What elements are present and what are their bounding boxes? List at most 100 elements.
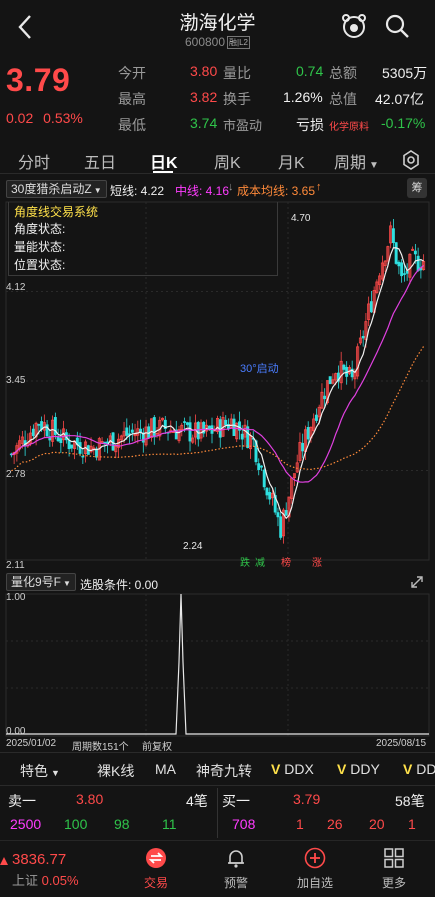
candle — [188, 416, 192, 452]
sub-indicator-chart[interactable] — [0, 592, 435, 738]
tab-monthly-k[interactable]: 月K — [278, 149, 305, 173]
bear-logo-icon[interactable] — [340, 12, 368, 40]
sub-indicator-selector[interactable]: 量化9号F ▼ — [6, 573, 76, 591]
header: 渤海化学 600800 融|L2 — [0, 0, 435, 56]
y-axis-label: 3.45 — [6, 375, 26, 386]
tab-ddz-label: DDZ — [416, 761, 435, 777]
candle — [53, 412, 57, 440]
marker-fall[interactable]: 跌 — [238, 557, 252, 571]
expand-icon[interactable] — [409, 574, 425, 590]
sub-indicator-canvas — [5, 593, 430, 737]
tab-intraday[interactable]: 分时 — [18, 149, 50, 173]
adjust-mode[interactable]: 前复权 — [142, 738, 172, 753]
dropdown-triangle-icon: ▼ — [63, 579, 71, 588]
nav-alert[interactable]: 预警 — [206, 847, 266, 891]
tab-daily-k[interactable]: 日K — [150, 149, 178, 173]
tab-period-menu[interactable]: 周期 ▼ — [334, 149, 379, 173]
candle — [279, 512, 283, 540]
stat-value: 3.80 — [190, 63, 218, 79]
candle — [378, 272, 382, 290]
dropdown-triangle-icon: ▼ — [51, 768, 60, 778]
candle — [29, 425, 33, 447]
tab-ddy[interactable]: V DDY — [337, 761, 380, 777]
candle — [394, 241, 398, 265]
vip-icon: V — [271, 761, 281, 777]
tab-featured[interactable]: 特色 ▼ — [20, 761, 60, 781]
tab-five-day[interactable]: 五日 — [84, 149, 116, 173]
cost-line — [11, 346, 425, 472]
candle — [221, 411, 225, 437]
main-indicator-selector[interactable]: 30度猎杀启动Z ▼ — [6, 180, 107, 198]
tab-weekly-k[interactable]: 周K — [214, 149, 241, 173]
candle — [185, 421, 189, 427]
short-line-value: 短线: 4.22 — [110, 184, 165, 198]
y-axis-label: 4.12 — [6, 282, 26, 293]
tab-naked-k[interactable]: 裸K线 — [97, 761, 134, 781]
trade-icon — [146, 848, 166, 868]
candle — [81, 448, 85, 465]
nav-more[interactable]: 更多 — [364, 847, 424, 891]
settings-gear-icon[interactable] — [400, 149, 422, 171]
candle — [273, 487, 277, 515]
candle — [235, 422, 239, 443]
candle — [51, 415, 55, 447]
cost-line-value: 成本均线: 3.65 — [237, 184, 316, 198]
start-date: 2025/01/02 — [6, 738, 57, 749]
add-circle-icon — [304, 847, 326, 869]
position-status-label: 位置状态: — [14, 258, 66, 272]
tab-ddx[interactable]: V DDX — [271, 761, 314, 777]
nav-add-watchlist[interactable]: 加自选 — [285, 847, 345, 891]
marker-reduce[interactable]: 减 — [253, 557, 267, 571]
up-arrow-icon: ↑ — [316, 181, 322, 193]
candle — [391, 218, 395, 249]
triangle-up-icon — [0, 857, 8, 865]
nav-trade[interactable]: 交易 — [126, 847, 186, 891]
index-ticker[interactable]: 3836.77 上证 0.05% — [12, 851, 102, 889]
tab-ddx-label: DDX — [284, 761, 314, 777]
nav-add-watchlist-label: 加自选 — [296, 876, 333, 890]
candle — [177, 425, 181, 444]
candle — [210, 417, 214, 444]
candle — [400, 259, 404, 283]
candle — [375, 279, 379, 295]
tab-ma[interactable]: MA — [155, 761, 176, 777]
candle — [268, 487, 272, 505]
sector-name[interactable]: 化学原料 — [329, 118, 369, 133]
chip-distribution-button[interactable]: 筹 — [407, 178, 427, 198]
mid-line-value: 中线: 4.16 — [175, 184, 230, 198]
candle — [130, 423, 134, 442]
sub-indicator-name: 量化9号F — [11, 575, 62, 589]
stat-value: 亏损 — [296, 117, 324, 133]
candle — [276, 507, 280, 527]
tab-magic-nine[interactable]: 神奇九转 — [196, 761, 252, 781]
search-icon[interactable] — [383, 12, 411, 40]
price-change: 0.02 0.53% — [6, 110, 83, 126]
change-value: 0.02 — [6, 110, 34, 126]
candle — [229, 413, 233, 429]
volume-status-label: 量能状态: — [14, 240, 66, 254]
index-percent: 0.05% — [41, 873, 79, 888]
candle — [361, 330, 365, 347]
candle — [147, 423, 151, 438]
stat-value: 5305万 — [382, 65, 428, 81]
candle — [265, 487, 269, 500]
candle — [150, 418, 154, 442]
buy-size: 1 — [408, 816, 416, 832]
active-tab-indicator — [153, 171, 173, 173]
bottom-nav: 3836.77 上证 0.05% 交易 预警 加自选 更多 — [0, 840, 435, 897]
candle — [191, 434, 195, 444]
buy-one-count: 58笔 — [395, 793, 425, 809]
down-arrow-icon: ↓ — [228, 181, 234, 193]
candle — [389, 221, 393, 249]
tab-ddz[interactable]: V DDZ — [403, 761, 435, 777]
candle — [295, 454, 299, 473]
index-value: 3836.77 — [12, 851, 67, 868]
marker-rise[interactable]: 涨 — [310, 557, 324, 571]
candle — [380, 255, 384, 281]
candle — [31, 424, 35, 439]
order-book[interactable]: 卖一 3.80 4笔 买一 3.79 58笔 2500 100 98 11 70… — [0, 786, 435, 840]
candle — [342, 363, 346, 373]
sell-one-price: 3.80 — [76, 791, 104, 807]
candle — [174, 420, 178, 440]
marker-board[interactable]: 榜 — [279, 557, 293, 571]
